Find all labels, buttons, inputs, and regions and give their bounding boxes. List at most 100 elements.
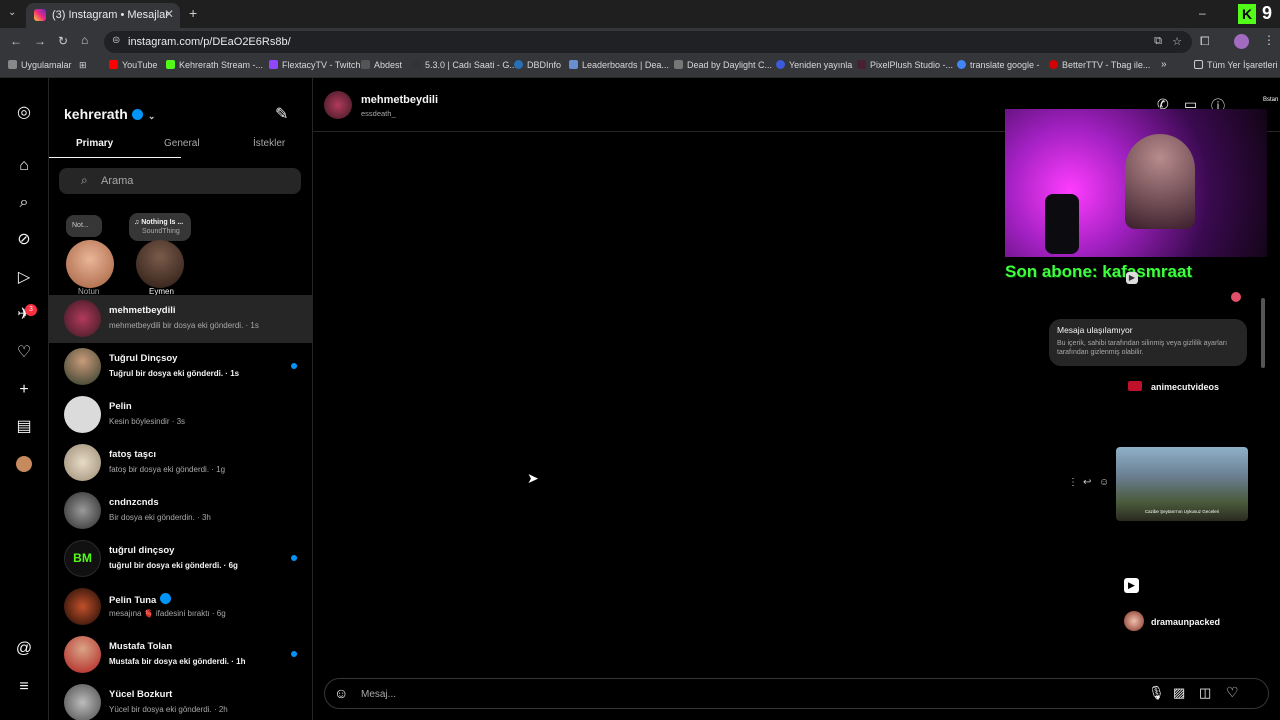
reload-icon[interactable]: ↻ xyxy=(58,34,68,48)
bookmark-dbdinfo[interactable]: DBDInfo xyxy=(514,60,561,70)
tab-title: (3) Instagram • Mesajlar xyxy=(52,9,169,21)
sticker-icon[interactable]: ◫ xyxy=(1199,685,1211,701)
conversation-name: mehmetbeydili xyxy=(109,305,176,316)
search-input[interactable]: ⌕ Arama xyxy=(59,168,301,194)
account-switcher[interactable]: kehrerath ⌄ xyxy=(64,106,155,122)
conversation-row[interactable]: Pelin Tuna mesajına 🫀 ifadesini bıraktı … xyxy=(49,583,312,631)
bookmark-kick[interactable]: Kehrerath Stream -... xyxy=(166,60,263,70)
conversation-row[interactable]: cndnzcnds Bir dosya eki gönderdin. · 3h xyxy=(49,487,312,535)
bookmark-star-icon[interactable]: ☆ xyxy=(1172,35,1182,48)
profile-avatar-nav[interactable] xyxy=(16,456,32,472)
minimize-icon[interactable]: – xyxy=(1199,6,1206,20)
unavailable-title: Mesaja ulaşılamıyor xyxy=(1057,325,1133,335)
unread-dot xyxy=(291,555,297,561)
voice-clip-icon[interactable]: 🎙 xyxy=(1148,685,1165,701)
chat-scrollbar[interactable] xyxy=(1261,298,1265,368)
avatar xyxy=(64,396,101,433)
new-message-icon[interactable]: ✎ xyxy=(275,104,288,124)
notifications-heart-icon[interactable]: ♡ xyxy=(15,344,33,362)
reels-clip-icon[interactable]: ▶ xyxy=(1124,578,1139,593)
message-input[interactable]: ☺ Mesaj... 🎙 ▨ ◫ ♡ xyxy=(324,678,1269,709)
home-icon[interactable]: ⌂ xyxy=(81,33,88,47)
forward-icon[interactable]: → xyxy=(34,34,46,48)
note-item[interactable]: ♫ Nothing Is ... SoundThing Eymen xyxy=(127,213,191,296)
conversation-row[interactable]: mehmetbeydili mehmetbeydili bir dosya ek… xyxy=(49,295,312,343)
conversation-preview: Bir dosya eki gönderdin. · 3h xyxy=(109,513,211,522)
conversation-row[interactable]: BM tuğrul dinçsoy tuğrul bir dosya eki g… xyxy=(49,535,312,583)
search-icon: ⌕ xyxy=(81,173,88,187)
react-emoji-icon[interactable]: ☺ xyxy=(1099,477,1109,488)
address-bar[interactable]: ⊜ instagram.com/p/DEaO2E6Rs8b/ ⧉ ☆ xyxy=(104,31,1192,53)
reels-nav-icon[interactable]: ▷ xyxy=(15,269,33,287)
bookmark-apps[interactable]: Uygulamalar xyxy=(8,60,72,70)
threads-icon[interactable]: @ xyxy=(15,640,33,658)
instagram-logo-icon[interactable]: ◎ xyxy=(15,104,33,122)
browser-tab-bar: ⌄ (3) Instagram • Mesajlar ✕ + – K 9 xyxy=(0,0,1280,28)
more-menu-icon[interactable]: ≡ xyxy=(15,678,33,696)
explore-nav-icon[interactable]: ⊘ xyxy=(15,231,33,249)
bookmark-cadi-saati[interactable]: 5.3.0 | Cadı Saati - G... xyxy=(412,60,517,70)
reel-icon[interactable]: ▶ xyxy=(1126,272,1138,284)
home-nav-icon[interactable]: ⌂ xyxy=(15,157,33,175)
like-heart-icon[interactable]: ♡ xyxy=(1226,684,1239,701)
tab-general[interactable]: General xyxy=(164,138,200,149)
unavailable-message-bubble[interactable]: Mesaja ulaşılamıyor Bu içerik, sahibi ta… xyxy=(1049,319,1247,366)
search-nav-icon[interactable]: ⌕ xyxy=(15,194,33,212)
conversation-row[interactable]: Pelin Kesin böylesindir · 3s xyxy=(49,391,312,439)
conversation-name: fatoş taşcı xyxy=(109,449,156,460)
shared-account-name[interactable]: dramaunpacked xyxy=(1151,617,1220,627)
conversation-row[interactable]: Yücel Bozkurt Yücel bir dosya eki gönder… xyxy=(49,679,312,720)
create-plus-icon[interactable]: + xyxy=(15,381,33,399)
subscriber-overlay-text: Son abone: kafasmraat xyxy=(1005,262,1193,281)
extensions-icon[interactable]: ⧠ xyxy=(1200,34,1210,49)
conversation-name: Pelin xyxy=(109,401,132,412)
video-caption: Cazibe Şeytanı'nın Uykusuz Geceleri xyxy=(1144,509,1220,514)
conversation-name: Tuğrul Dinçsoy xyxy=(109,353,178,364)
conversation-name: tuğrul dinçsoy xyxy=(109,545,175,556)
profile-avatar[interactable] xyxy=(1234,34,1249,49)
close-tab-icon[interactable]: ✕ xyxy=(164,7,174,21)
more-options-icon[interactable]: ⋮ xyxy=(1068,477,1078,488)
conversation-row[interactable]: Tuğrul Dinçsoy Tuğrul bir dosya eki gönd… xyxy=(49,343,312,391)
note-bubble: Not... xyxy=(66,215,102,237)
bookmark-restream[interactable]: Yeniden yayınla xyxy=(776,60,852,70)
shared-account-name[interactable]: animecutvideos xyxy=(1151,382,1219,392)
add-photo-icon[interactable]: ▨ xyxy=(1173,685,1185,701)
bookmark-pixelplush[interactable]: PixelPlush Studio -... xyxy=(857,60,953,70)
site-info-icon[interactable]: ⊜ xyxy=(112,35,120,46)
instagram-favicon-icon xyxy=(34,9,46,21)
conversation-name: Pelin Tuna xyxy=(109,593,172,606)
note-avatar xyxy=(66,240,114,288)
bookmark-youtube[interactable]: YouTube xyxy=(109,60,157,70)
apps-grid-icon[interactable]: ⊞ xyxy=(79,60,87,71)
bookmark-betterttv[interactable]: BetterTTV - Tbag ile... xyxy=(1049,60,1150,70)
chat-contact-name[interactable]: mehmetbeydili xyxy=(361,94,438,106)
tab-requests[interactable]: İstekler xyxy=(253,138,285,149)
tab-primary[interactable]: Primary xyxy=(76,138,113,149)
menu-kebab-icon[interactable]: ⋮ xyxy=(1263,33,1275,47)
note-item[interactable]: Not... Notun xyxy=(64,213,116,296)
install-icon[interactable]: ⧉ xyxy=(1154,35,1162,48)
avatar xyxy=(64,444,101,481)
bookmark-translate[interactable]: translate google - xyxy=(957,60,1040,70)
emoji-icon[interactable]: ☺ xyxy=(334,685,348,701)
back-icon[interactable]: ← xyxy=(10,34,22,48)
bookmark-abdest[interactable]: Abdest xyxy=(361,60,402,70)
tab-search-icon[interactable]: ⌄ xyxy=(8,7,16,18)
dashboard-icon[interactable]: ▤ xyxy=(15,418,33,436)
video-thumbnail[interactable]: Cazibe Şeytanı'nın Uykusuz Geceleri xyxy=(1116,447,1248,521)
bookmark-twitch[interactable]: FlextacyTV - Twitch xyxy=(269,60,360,70)
conversation-row[interactable]: fatoş taşcı fatoş bir dosya eki gönderdi… xyxy=(49,439,312,487)
more-bookmarks-icon[interactable]: » xyxy=(1161,59,1167,70)
search-placeholder: Arama xyxy=(101,175,134,187)
reply-icon[interactable]: ↩ xyxy=(1083,477,1091,488)
bookmark-leaderboards[interactable]: Leaderboards | Dea... xyxy=(569,60,669,70)
chat-avatar[interactable] xyxy=(324,91,352,119)
conversation-row[interactable]: Mustafa Tolan Mustafa bir dosya eki gönd… xyxy=(49,631,312,679)
microphone-silhouette xyxy=(1045,194,1079,254)
note-artist: SoundThing xyxy=(142,228,180,235)
bookmark-dbd[interactable]: Dead by Daylight C... xyxy=(674,60,772,70)
new-tab-icon[interactable]: + xyxy=(189,5,197,21)
browser-tab[interactable]: (3) Instagram • Mesajlar ✕ xyxy=(26,3,180,28)
all-bookmarks[interactable]: Tüm Yer İşaretleri xyxy=(1194,60,1278,70)
